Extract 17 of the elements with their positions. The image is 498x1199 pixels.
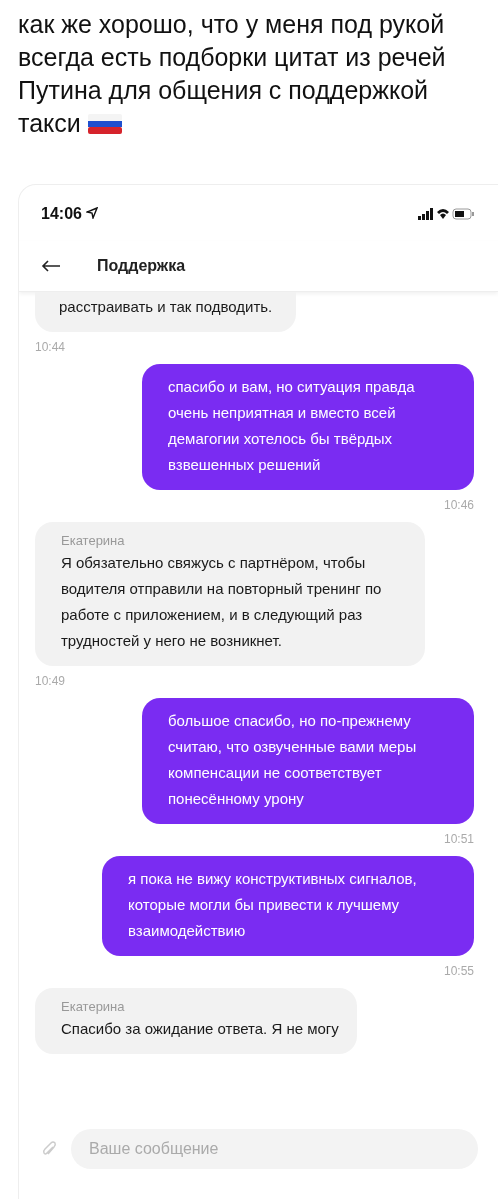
message-text: спасибо и вам, но ситуация правда очень неприятная и вместо всей демагогии хотелось бы твёрдых взвешенных решений	[168, 377, 416, 475]
message-time: 10:44	[35, 340, 66, 354]
sender-name: Екатерина	[61, 998, 126, 1016]
chat-title: Поддержка	[97, 257, 186, 275]
message-time: 10:46	[443, 498, 474, 512]
message-text: Я обязательно свяжусь с партнёром, чтобы водителя отправили на повторный тренинг по работе с приложением, и в следующий раз трудностей у него не возникнет.	[61, 553, 383, 651]
post-text: как же хорошо, что у меня под рукой всегда есть подборки цитат из речей Путина для общения с поддержкой такси	[17, 9, 447, 139]
message-text: Спасибо за ожидание ответа. Я не могу	[61, 1019, 339, 1039]
message-text: я пока не вижу конструктивных сигналов, которые могли бы привести к лучшему взаимодействию	[128, 869, 418, 941]
message-text: большое спасибо, но по-прежнему считаю, что озвученные вами меры компенсации не соответствует понесённому урону	[168, 711, 418, 809]
message-text: расстраивать и так подводить.	[59, 297, 273, 317]
message-time: 10:49	[35, 674, 66, 688]
message-time: 10:55	[443, 964, 474, 978]
message-time: 10:51	[443, 832, 474, 846]
status-time: 14:06	[41, 205, 99, 223]
sender-name: Екатерина	[61, 532, 126, 550]
message-input[interactable]: Ваше сообщение	[71, 1129, 478, 1169]
